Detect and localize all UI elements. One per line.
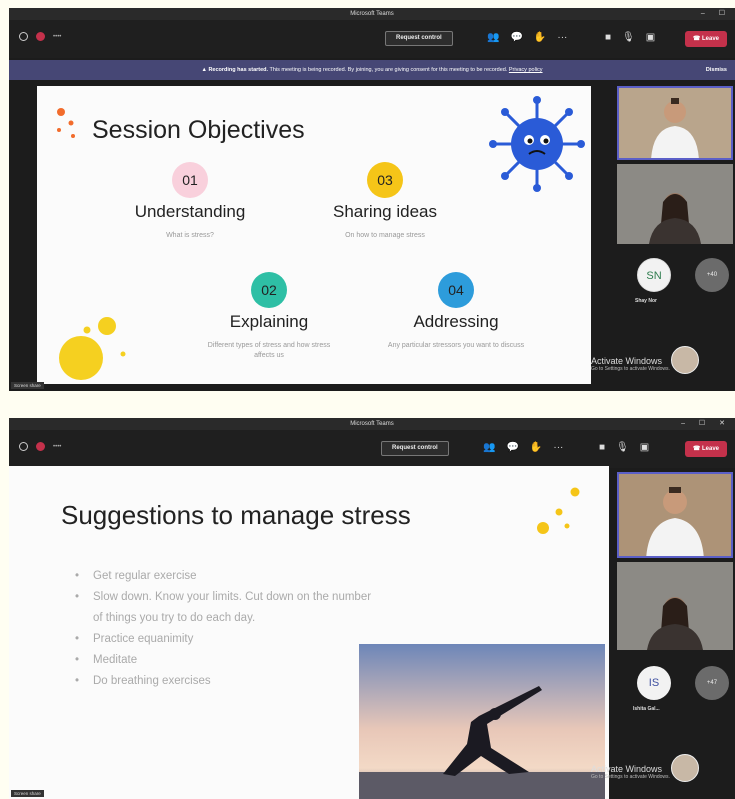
decor-dots-icon xyxy=(57,108,75,138)
activate-windows-watermark: Activate Windows Go to Settings to activ… xyxy=(591,764,670,780)
dismiss-button[interactable]: Dismiss xyxy=(706,60,727,80)
objective-number: 03 xyxy=(367,162,403,198)
watermark-title: Activate Windows xyxy=(591,356,663,366)
leave-button[interactable]: ☎ Leave xyxy=(684,31,727,47)
banner-title: Recording has started. xyxy=(208,67,269,73)
leave-button[interactable]: ☎ Leave xyxy=(684,441,727,457)
title-bar: Microsoft Teams – ☐ xyxy=(9,8,735,20)
more-actions-icon[interactable]: ··· xyxy=(553,442,563,454)
objective-title: Understanding xyxy=(134,202,246,221)
video-gallery: IS Ishita Gal... +47 Activate Windows Go… xyxy=(591,472,735,799)
self-view-avatar[interactable] xyxy=(671,346,699,374)
person-silhouette-icon xyxy=(646,487,704,556)
activate-windows-watermark: Activate Windows Go to Settings to activ… xyxy=(591,356,670,372)
chat-icon[interactable]: 💬 xyxy=(510,32,522,44)
objective-number: 04 xyxy=(438,272,474,308)
watermark-subtitle: Go to Settings to activate Windows. xyxy=(591,774,670,780)
video-tile-presenter[interactable] xyxy=(617,86,733,160)
share-icon[interactable]: ▣ xyxy=(646,32,655,44)
avatar-more[interactable]: +47 xyxy=(695,666,729,700)
objective-02: 02 Explaining Different types of stress … xyxy=(184,272,354,361)
list-item: Meditate xyxy=(75,650,383,671)
participant-name: Ishita Gal... xyxy=(633,706,660,712)
objective-subtitle: Different types of stress and how stress… xyxy=(207,342,331,359)
slide-title: Suggestions to manage stress xyxy=(61,500,411,530)
participant-name: Shay Nor xyxy=(635,298,657,304)
objective-subtitle: On how to manage stress xyxy=(345,232,425,239)
decor-dots-icon xyxy=(537,487,580,534)
request-control-button[interactable]: Request control xyxy=(381,441,449,456)
title-bar: Microsoft Teams – ☐ ✕ xyxy=(9,418,735,430)
avatar-sn[interactable]: SN xyxy=(637,258,671,292)
avatar-more[interactable]: +40 xyxy=(695,258,729,292)
shared-slide-objectives: Session Objectives 01 Understanding What… xyxy=(37,86,591,384)
recording-banner: ▲ Recording has started. This meeting is… xyxy=(9,60,735,80)
meeting-timer: •••• xyxy=(53,443,62,450)
virus-illustration-icon xyxy=(489,96,585,192)
app-title: Microsoft Teams xyxy=(350,11,394,17)
objective-subtitle: What is stress? xyxy=(166,232,214,239)
video-tile-participant[interactable] xyxy=(617,562,733,650)
objective-number: 01 xyxy=(172,162,208,198)
objective-title: Sharing ideas xyxy=(333,202,437,221)
objective-number: 02 xyxy=(251,272,287,308)
watermark-subtitle: Go to Settings to activate Windows. xyxy=(591,366,670,372)
chat-icon[interactable]: 💬 xyxy=(506,442,518,454)
reactions-icon[interactable]: ✋ xyxy=(534,32,546,44)
banner-text: This meeting is being recorded. By joini… xyxy=(269,67,508,73)
leave-label: Leave xyxy=(701,446,719,452)
window-controls[interactable]: – ☐ xyxy=(701,8,731,20)
more-actions-icon[interactable]: ··· xyxy=(557,32,567,44)
objective-01: 01 Understanding What is stress? xyxy=(105,162,275,241)
person-silhouette-icon xyxy=(649,193,701,244)
app-title: Microsoft Teams xyxy=(350,421,394,427)
shared-slide-suggestions: Suggestions to manage stress Get regular… xyxy=(9,466,609,799)
meeting-toolbar: •••• Request control 👥 💬 ✋ ··· ■ 🎙 ▣ ☎ L… xyxy=(9,430,735,468)
camera-icon[interactable]: ■ xyxy=(605,32,611,44)
participants-icon[interactable]: 👥 xyxy=(487,32,499,44)
objective-title: Explaining xyxy=(229,312,309,331)
objective-subtitle: Any particular stressors you want to dis… xyxy=(387,342,525,349)
list-item: Slow down. Know your limits. Cut down on… xyxy=(75,587,383,629)
video-gallery: SN Shay Nor +40 Activate Windows Go to S… xyxy=(591,86,735,391)
mic-icon[interactable]: 🎙 xyxy=(616,442,629,454)
objective-04: 04 Addressing Any particular stressors y… xyxy=(371,272,541,351)
list-item: Do breathing exercises xyxy=(75,671,383,692)
avatar-is[interactable]: IS xyxy=(637,666,671,700)
teams-window-2: Microsoft Teams – ☐ ✕ •••• Request contr… xyxy=(9,418,735,799)
list-item: Get regular exercise xyxy=(75,566,383,587)
list-item: Practice equanimity xyxy=(75,629,383,650)
teams-window-1: Microsoft Teams – ☐ •••• Request control… xyxy=(9,8,735,391)
share-icon[interactable]: ▣ xyxy=(640,442,649,454)
window-controls[interactable]: – ☐ ✕ xyxy=(681,418,731,430)
recording-indicator-icon xyxy=(36,32,45,41)
objective-03: 03 Sharing ideas On how to manage stress xyxy=(300,162,470,241)
participants-icon[interactable]: 👥 xyxy=(483,442,495,454)
shield-icon xyxy=(19,442,28,451)
video-tile-presenter[interactable] xyxy=(617,472,733,558)
request-control-button[interactable]: Request control xyxy=(385,31,453,46)
meeting-timer: •••• xyxy=(53,33,62,40)
presenter-label: Screen share xyxy=(11,790,44,797)
slide-title: Session Objectives xyxy=(92,116,305,144)
camera-icon[interactable]: ■ xyxy=(599,442,605,454)
suggestion-list: Get regular exercise Slow down. Know you… xyxy=(75,566,383,692)
watermark-title: Activate Windows xyxy=(591,764,663,774)
presenter-label: Screen share xyxy=(11,382,44,389)
person-silhouette-icon xyxy=(647,597,703,650)
privacy-policy-link[interactable]: Privacy policy xyxy=(509,67,543,73)
self-view-avatar[interactable] xyxy=(671,754,699,782)
shield-icon xyxy=(19,32,28,41)
objective-title: Addressing xyxy=(413,312,499,331)
decor-circles-icon xyxy=(59,317,126,380)
reactions-icon[interactable]: ✋ xyxy=(530,442,542,454)
recording-indicator-icon xyxy=(36,442,45,451)
meeting-toolbar: •••• Request control 👥 💬 ✋ ··· ■ 🎙 ▣ ☎ L… xyxy=(9,20,735,58)
person-silhouette-icon xyxy=(651,98,699,158)
leave-label: Leave xyxy=(701,36,719,42)
mic-icon[interactable]: 🎙 xyxy=(622,32,635,44)
yoga-photo xyxy=(359,644,605,799)
warning-icon: ▲ xyxy=(201,67,207,73)
video-tile-participant[interactable] xyxy=(617,164,733,244)
